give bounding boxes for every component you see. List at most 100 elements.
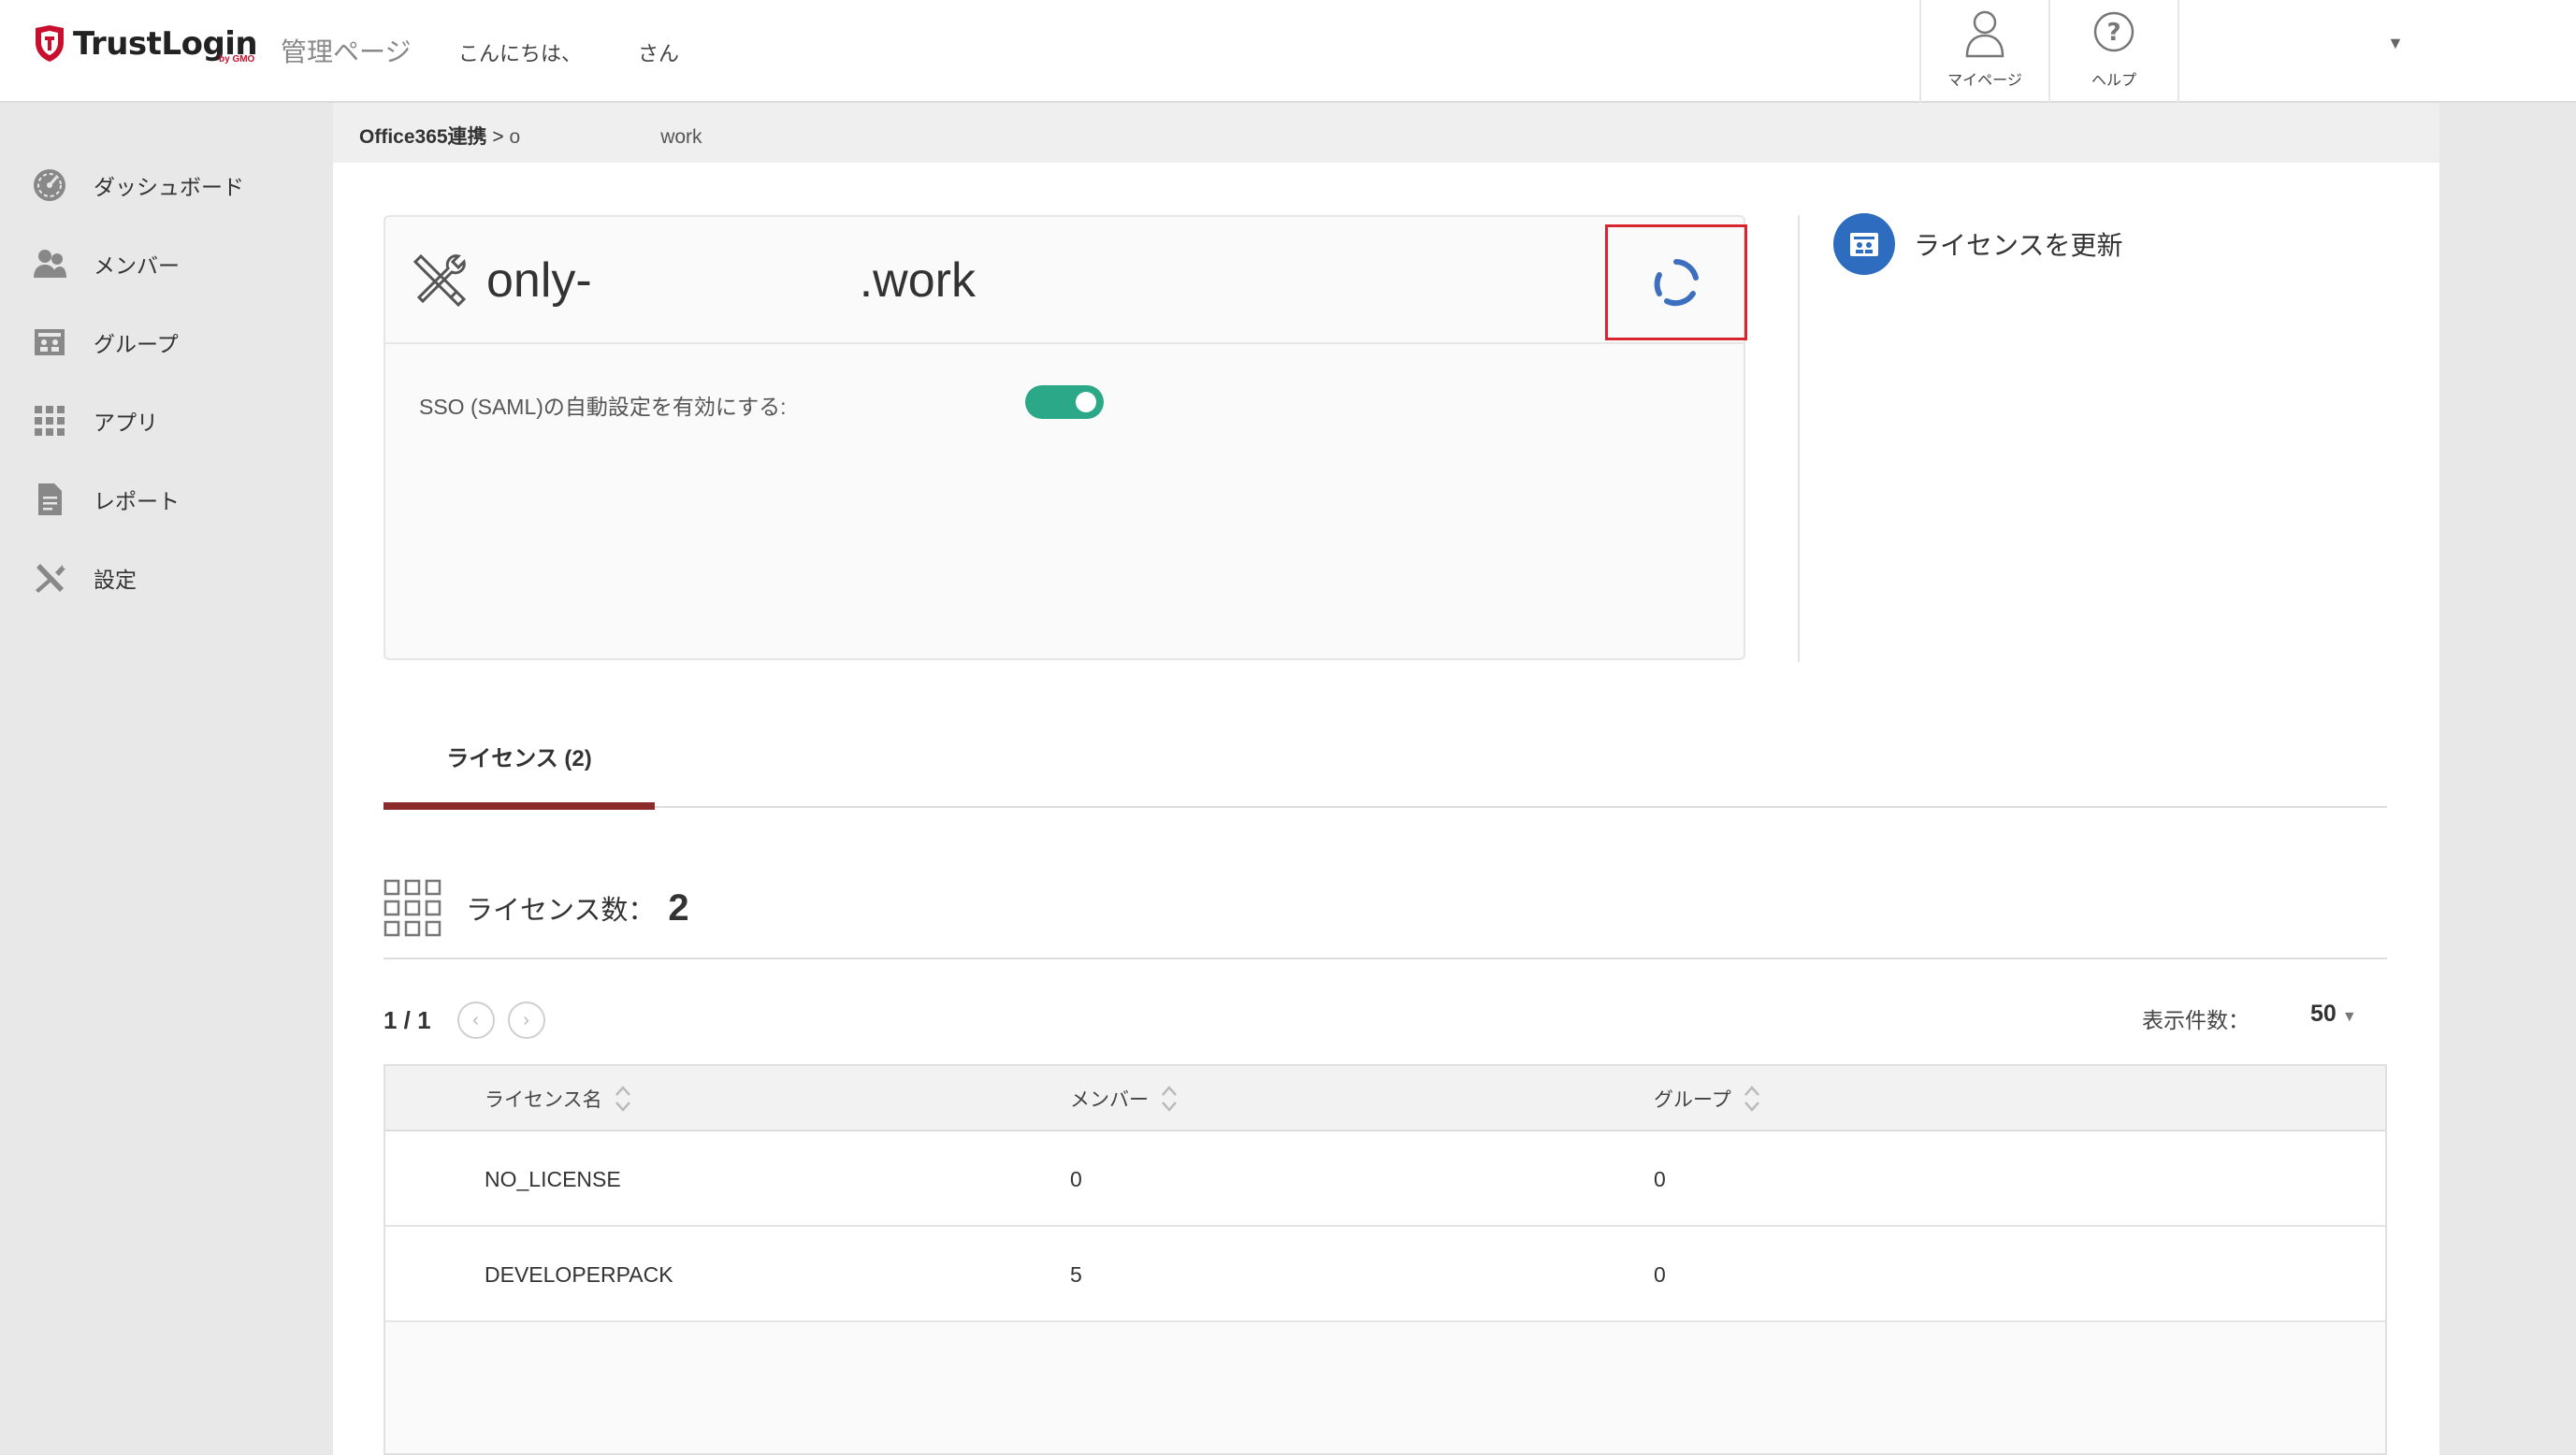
greeting-prefix: こんにちは、: [458, 42, 583, 65]
sso-auto-setting-toggle[interactable]: [1025, 385, 1104, 419]
sidebar-item-label: レポート: [94, 489, 180, 513]
sort-icon: [1162, 1086, 1177, 1112]
breadcrumb-current-prefix: o: [509, 126, 521, 148]
mypage-label: マイページ: [1947, 73, 2022, 89]
column-header-license-name[interactable]: ライセンス名: [485, 1066, 632, 1131]
sort-icon: [615, 1086, 630, 1112]
column-label: メンバー: [1070, 1089, 1149, 1111]
mypage-button[interactable]: マイページ: [1919, 0, 2048, 103]
app-info-card: only- .work SSO (SAML)の自動設定を有効にする:: [384, 215, 1747, 660]
help-icon: ?: [2093, 11, 2135, 52]
greeting-suffix: さん: [638, 42, 680, 65]
column-header-members[interactable]: メンバー: [1070, 1066, 1179, 1131]
cell-members: 5: [1070, 1261, 1082, 1287]
breadcrumb-current-suffix: work: [660, 126, 702, 148]
sidebar-item-label: ダッシュボード: [94, 175, 244, 199]
tools-icon: [412, 253, 467, 308]
license-update-icon-circle: [1833, 213, 1895, 275]
group-icon: [35, 329, 65, 355]
redacted-username: [582, 42, 638, 61]
sidebar-item-reports[interactable]: レポート: [32, 479, 180, 520]
sidebar-item-settings[interactable]: 設定: [32, 557, 137, 598]
tabs-divider: [384, 806, 2387, 808]
sidebar-item-label: 設定: [94, 568, 137, 592]
main-content: Office365連携 > o work only- .work SSO (SA…: [333, 103, 2439, 1455]
report-icon: [38, 483, 62, 515]
sidebar-item-label: グループ: [94, 332, 179, 356]
cell-groups: 0: [1654, 1261, 1666, 1287]
page-indicator: 1 / 1: [384, 1005, 431, 1034]
license-count-label: ライセンス数：: [466, 896, 656, 926]
per-page-value: 50: [2310, 1001, 2337, 1027]
apps-grid-icon: [35, 406, 65, 436]
chevron-down-icon: ▼: [2341, 1009, 2357, 1025]
redacted-domain: [520, 128, 660, 143]
dashboard-icon: [34, 169, 65, 201]
chevron-right-icon: ›: [523, 1009, 529, 1030]
per-page-label: 表示件数：: [2142, 1008, 2250, 1032]
sidebar-item-apps[interactable]: アプリ: [32, 400, 158, 441]
grid-icon: [384, 879, 441, 937]
svg-text:?: ?: [2106, 19, 2120, 47]
trustlogin-logo[interactable]: TrustLogin by GMO: [34, 21, 258, 67]
license-count-row: ライセンス数： 2: [384, 875, 689, 941]
app-name-suffix: .work: [859, 253, 976, 308]
app-domain-name: only- .work: [486, 252, 976, 309]
update-license-button[interactable]: ライセンスを更新: [1833, 213, 2122, 275]
members-icon: [34, 250, 66, 278]
column-label: ライセンス名: [485, 1089, 602, 1111]
loading-spinner-icon: [1654, 259, 1699, 307]
breadcrumb-office365-link[interactable]: Office365連携: [359, 126, 487, 148]
app-name-prefix: only-: [486, 253, 592, 308]
count-divider: [384, 958, 2387, 959]
pager: 1 / 1 ‹ ›: [384, 997, 545, 1044]
toggle-knob: [1076, 392, 1096, 412]
sso-auto-setting-label: SSO (SAML)の自動設定を有効にする:: [419, 395, 787, 419]
shield-logo-icon: [36, 25, 64, 62]
help-button[interactable]: ? ヘルプ: [2048, 0, 2178, 103]
chevron-left-icon: ‹: [472, 1009, 479, 1030]
sidebar-item-dashboard[interactable]: ダッシュボード: [32, 165, 244, 206]
breadcrumb-separator: >: [486, 126, 510, 148]
table-row[interactable]: DEVELOPERPACK 5 0: [385, 1227, 2385, 1322]
next-page-button[interactable]: ›: [507, 1001, 545, 1039]
sidebar-item-members[interactable]: メンバー: [32, 243, 180, 284]
help-label: ヘルプ: [2091, 73, 2136, 89]
active-tab-indicator: [384, 802, 655, 810]
license-count-value: 2: [668, 886, 689, 929]
sidebar-item-label: アプリ: [94, 411, 158, 435]
right-gutter: [2439, 103, 2576, 1455]
sidebar-item-label: メンバー: [94, 253, 180, 278]
tab-licenses[interactable]: ライセンス (2): [384, 720, 655, 791]
brand-sub: by GMO: [219, 54, 255, 65]
account-menu[interactable]: ▼: [2178, 0, 2421, 103]
vertical-divider: [1798, 215, 1800, 662]
top-header: TrustLogin by GMO 管理ページ こんにちは、 さん マイページ ?…: [0, 0, 2576, 103]
app-card-header: only- .work: [385, 217, 1747, 344]
license-table: ライセンス名 メンバー グループ NO_LICENSE 0 0 DEVELOPE…: [384, 1064, 2387, 1455]
license-update-icon: [1850, 233, 1878, 256]
chevron-down-icon: ▼: [2387, 34, 2404, 52]
sync-loading-button[interactable]: [1605, 224, 1747, 340]
breadcrumb: Office365連携 > o work: [359, 122, 702, 150]
column-label: グループ: [1654, 1089, 1731, 1111]
cell-license-name: DEVELOPERPACK: [485, 1261, 673, 1287]
cell-license-name: NO_LICENSE: [485, 1166, 621, 1191]
table-row[interactable]: NO_LICENSE 0 0: [385, 1131, 2385, 1227]
user-icon: [1965, 10, 2004, 58]
greeting: こんにちは、 さん: [458, 37, 679, 67]
update-license-label: ライセンスを更新: [1914, 231, 2123, 260]
column-header-groups[interactable]: グループ: [1654, 1066, 1761, 1131]
cell-members: 0: [1070, 1166, 1082, 1191]
sidebar-item-groups[interactable]: グループ: [32, 322, 179, 363]
settings-tools-icon: [36, 564, 65, 593]
breadcrumb-bar: Office365連携 > o work: [333, 103, 2439, 163]
cell-groups: 0: [1654, 1166, 1666, 1191]
prev-page-button[interactable]: ‹: [456, 1001, 495, 1039]
table-header: ライセンス名 メンバー グループ: [385, 1066, 2385, 1131]
redacted-app-name: [592, 268, 860, 296]
per-page-select[interactable]: 50 ▼: [2310, 1001, 2357, 1028]
sort-icon: [1744, 1086, 1759, 1112]
sidebar: ダッシュボード メンバー グループ アプリ レポート 設定: [0, 103, 333, 1455]
admin-page-title: 管理ページ: [281, 37, 412, 66]
